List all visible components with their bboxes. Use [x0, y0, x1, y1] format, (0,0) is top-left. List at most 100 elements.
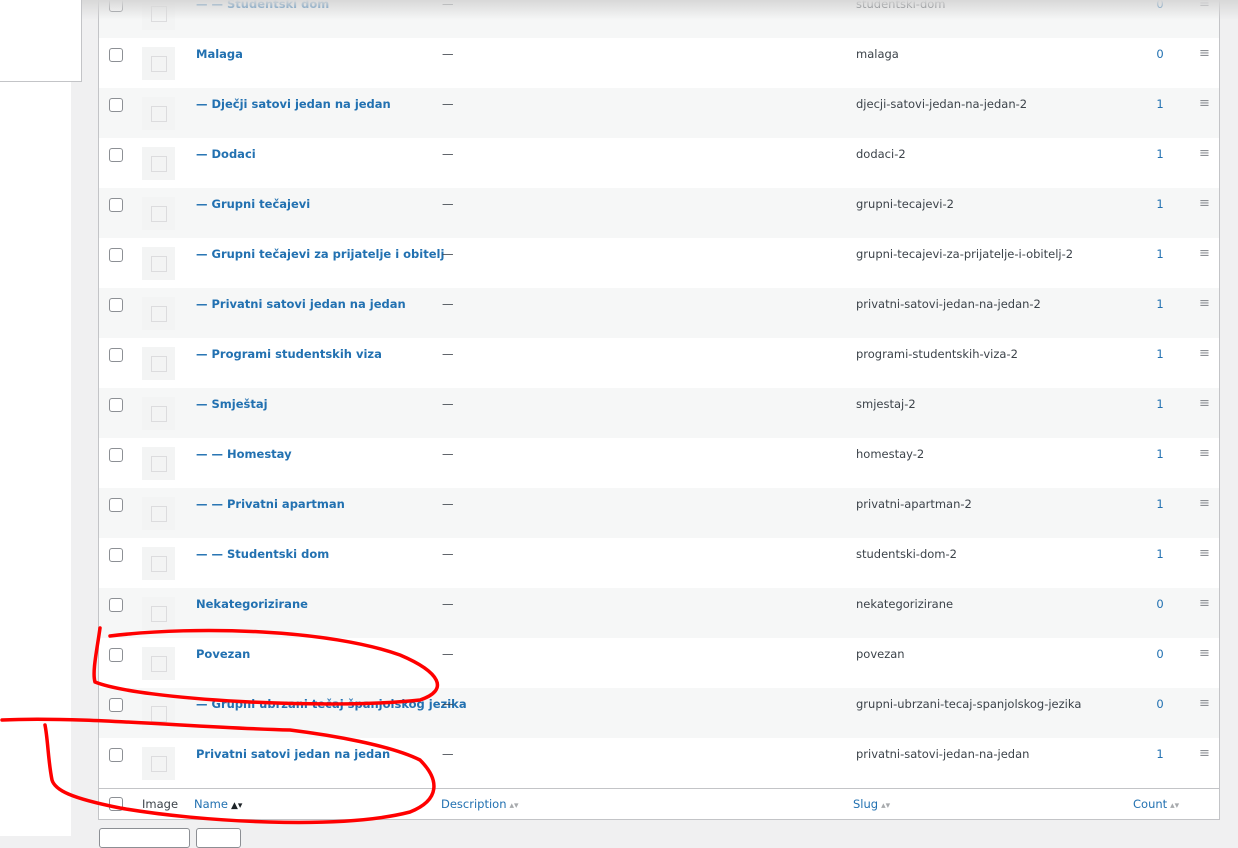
category-description: —	[442, 597, 454, 611]
drag-handle-icon[interactable]: ≡	[1199, 546, 1210, 561]
drag-handle-icon[interactable]: ≡	[1199, 496, 1210, 511]
category-name-link[interactable]: — Programi studentskih viza	[196, 347, 382, 361]
row-checkbox[interactable]	[109, 598, 123, 612]
category-count-link[interactable]: 1	[1154, 97, 1166, 111]
category-slug: dodaci-2	[856, 147, 906, 161]
table-row: Privatni satovi jedan na jedan — privatn…	[99, 738, 1219, 788]
category-description: —	[442, 497, 454, 511]
image-placeholder-icon	[142, 697, 175, 730]
row-checkbox[interactable]	[109, 48, 123, 62]
category-name-link[interactable]: — Dodaci	[196, 147, 256, 161]
category-name-link[interactable]: — Grupni ubrzani tečaj španjolskog jezik…	[196, 697, 467, 711]
column-name[interactable]: Name ▲▾	[194, 797, 242, 811]
category-count-link[interactable]: 0	[1154, 47, 1166, 61]
row-checkbox[interactable]	[109, 498, 123, 512]
row-checkbox[interactable]	[109, 448, 123, 462]
category-name-link[interactable]: — — Privatni apartman	[196, 497, 345, 511]
image-placeholder-icon	[142, 347, 175, 380]
row-checkbox[interactable]	[109, 0, 123, 12]
table-row: Nekategorizirane — nekategorizirane 0 ≡	[99, 588, 1219, 638]
image-placeholder-icon	[142, 597, 175, 630]
drag-handle-icon[interactable]: ≡	[1199, 46, 1210, 61]
category-name-link[interactable]: — Dječji satovi jedan na jedan	[196, 97, 391, 111]
sort-icon: ▴▾	[509, 801, 519, 811]
category-slug: grupni-ubrzani-tecaj-spanjolskog-jezika	[856, 697, 1082, 711]
bulk-actions-select[interactable]	[99, 828, 190, 848]
category-description: —	[442, 697, 454, 711]
row-checkbox[interactable]	[109, 548, 123, 562]
column-image: Image	[142, 797, 179, 811]
column-count[interactable]: Count ▴▾	[1133, 797, 1179, 811]
category-count-link[interactable]: 1	[1154, 347, 1166, 361]
image-placeholder-icon	[142, 147, 175, 180]
column-description[interactable]: Description ▴▾	[441, 797, 519, 811]
category-count-link[interactable]: 1	[1154, 447, 1166, 461]
category-name-link[interactable]: — Grupni tečajevi za prijatelje i obitel…	[196, 247, 444, 261]
category-slug: grupni-tecajevi-2	[856, 197, 954, 211]
category-count-link[interactable]: 1	[1154, 547, 1166, 561]
drag-handle-icon[interactable]: ≡	[1199, 646, 1210, 661]
table-row: — — Studentski dom — studentski-dom 0 ≡	[99, 0, 1219, 38]
drag-handle-icon[interactable]: ≡	[1199, 196, 1210, 211]
sort-icon: ▴▾	[1170, 801, 1180, 811]
image-placeholder-icon	[142, 97, 175, 130]
category-description: —	[442, 0, 454, 11]
category-name-link[interactable]: — Grupni tečajevi	[196, 197, 310, 211]
row-checkbox[interactable]	[109, 698, 123, 712]
row-checkbox[interactable]	[109, 98, 123, 112]
category-name-link[interactable]: Privatni satovi jedan na jedan	[196, 747, 390, 761]
drag-handle-icon[interactable]: ≡	[1199, 246, 1210, 261]
category-description: —	[442, 347, 454, 361]
table-row: — Grupni tečajevi — grupni-tecajevi-2 1 …	[99, 188, 1219, 238]
category-name-link[interactable]: — Privatni satovi jedan na jedan	[196, 297, 406, 311]
drag-handle-icon[interactable]: ≡	[1199, 0, 1210, 11]
category-count-link[interactable]: 1	[1154, 197, 1166, 211]
row-checkbox[interactable]	[109, 198, 123, 212]
row-checkbox[interactable]	[109, 398, 123, 412]
row-checkbox[interactable]	[109, 248, 123, 262]
table-row: — Smještaj — smjestaj-2 1 ≡	[99, 388, 1219, 438]
category-count-link[interactable]: 1	[1154, 247, 1166, 261]
row-checkbox[interactable]	[109, 748, 123, 762]
category-count-link[interactable]: 1	[1154, 147, 1166, 161]
category-name-link[interactable]: — — Studentski dom	[196, 547, 329, 561]
drag-handle-icon[interactable]: ≡	[1199, 96, 1210, 111]
row-checkbox[interactable]	[109, 148, 123, 162]
select-all-checkbox[interactable]	[109, 797, 123, 811]
drag-handle-icon[interactable]: ≡	[1199, 396, 1210, 411]
category-name-link[interactable]: — — Studentski dom	[196, 0, 329, 11]
drag-handle-icon[interactable]: ≡	[1199, 446, 1210, 461]
category-count-link[interactable]: 0	[1154, 0, 1166, 11]
row-checkbox[interactable]	[109, 348, 123, 362]
image-placeholder-icon	[142, 547, 175, 580]
category-name-link[interactable]: Nekategorizirane	[196, 597, 308, 611]
drag-handle-icon[interactable]: ≡	[1199, 746, 1210, 761]
category-count-link[interactable]: 1	[1154, 497, 1166, 511]
row-checkbox[interactable]	[109, 648, 123, 662]
drag-handle-icon[interactable]: ≡	[1199, 596, 1210, 611]
drag-handle-icon[interactable]: ≡	[1199, 296, 1210, 311]
category-name-link[interactable]: Malaga	[196, 47, 243, 61]
image-placeholder-icon	[142, 247, 175, 280]
category-count-link[interactable]: 1	[1154, 747, 1166, 761]
category-slug: grupni-tecajevi-za-prijatelje-i-obitelj-…	[856, 247, 1074, 261]
drag-handle-icon[interactable]: ≡	[1199, 146, 1210, 161]
apply-button[interactable]	[196, 828, 241, 848]
category-name-link[interactable]: Povezan	[196, 647, 250, 661]
category-count-link[interactable]: 0	[1154, 597, 1166, 611]
drag-handle-icon[interactable]: ≡	[1199, 346, 1210, 361]
category-count-link[interactable]: 0	[1154, 647, 1166, 661]
category-name-link[interactable]: — Smještaj	[196, 397, 268, 411]
category-description: —	[442, 297, 454, 311]
category-count-link[interactable]: 0	[1154, 697, 1166, 711]
category-slug: homestay-2	[856, 447, 925, 461]
drag-handle-icon[interactable]: ≡	[1199, 696, 1210, 711]
table-row: — Privatni satovi jedan na jedan — priva…	[99, 288, 1219, 338]
column-slug[interactable]: Slug ▴▾	[853, 797, 890, 811]
category-count-link[interactable]: 1	[1154, 297, 1166, 311]
category-slug: nekategorizirane	[856, 597, 954, 611]
category-description: —	[442, 247, 454, 261]
category-name-link[interactable]: — — Homestay	[196, 447, 292, 461]
category-count-link[interactable]: 1	[1154, 397, 1166, 411]
row-checkbox[interactable]	[109, 298, 123, 312]
